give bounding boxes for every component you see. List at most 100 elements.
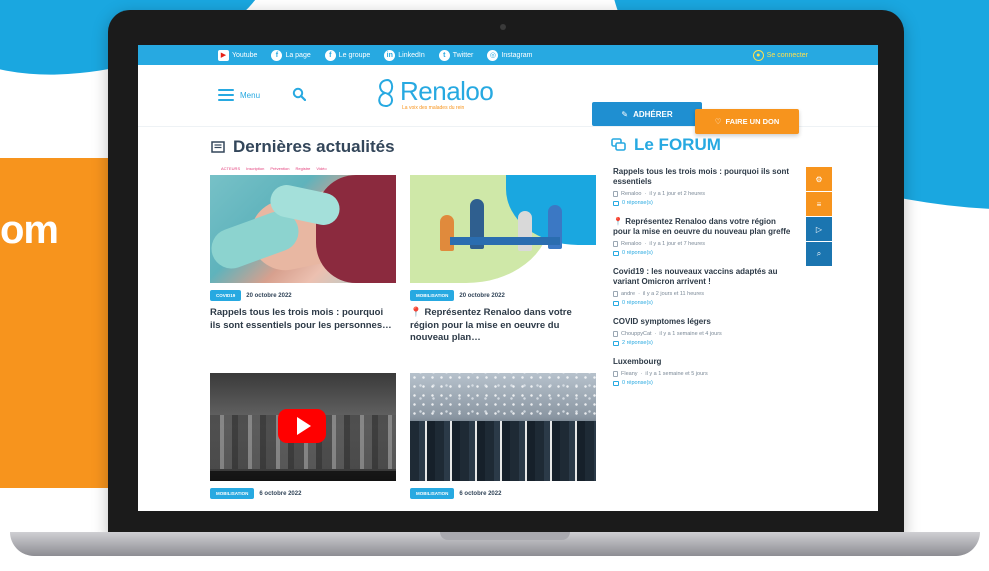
forum-time: il y a 1 semaine et 4 jours bbox=[659, 331, 722, 337]
side-widget-bar: ⚙ ≡ ▷ ⌕ bbox=[806, 167, 832, 267]
forum-replies[interactable]: 2 réponse(s) bbox=[613, 340, 795, 346]
video-widget-icon[interactable]: ▷ bbox=[806, 217, 832, 241]
forum-topic-title[interactable]: Covid19 : les nouveaux vaccins adaptés a… bbox=[613, 267, 795, 287]
forum-topic[interactable]: COVID symptomes légers ChouppyCat · il y… bbox=[613, 317, 795, 346]
news-date: 6 octobre 2022 bbox=[459, 490, 502, 497]
forum-author: Renaloo bbox=[621, 241, 642, 247]
forum-time: il y a 1 jour et 2 heures bbox=[649, 191, 705, 197]
forum-replies[interactable]: 0 réponse(s) bbox=[613, 300, 795, 306]
hamburger-icon bbox=[218, 89, 234, 101]
site-header: Menu Renaloo La voix des malades du rein… bbox=[138, 65, 878, 134]
background-partial-text: om bbox=[0, 208, 59, 252]
forum-replies-count: 0 réponse(s) bbox=[622, 380, 653, 386]
forum-topic-title[interactable]: COVID symptomes légers bbox=[613, 317, 795, 327]
category-badge[interactable]: MOBILISATION bbox=[410, 290, 455, 301]
forum-replies[interactable]: 0 réponse(s) bbox=[613, 200, 795, 206]
social-label: Instagram bbox=[501, 51, 533, 59]
social-link-linkedin[interactable]: in LinkedIn bbox=[384, 49, 425, 61]
news-title-text: Dernières actualités bbox=[233, 137, 395, 156]
news-card[interactable]: MOBILISATION 20 octobre 2022 📍 Représent… bbox=[410, 175, 596, 345]
forum-replies-count: 0 réponse(s) bbox=[622, 200, 653, 206]
forum-replies-count: 0 réponse(s) bbox=[622, 300, 653, 306]
pin-icon: 📍 bbox=[410, 307, 422, 318]
search-widget-icon[interactable]: ⌕ bbox=[806, 242, 832, 266]
comment-icon bbox=[613, 380, 619, 386]
forum-time: il y a 1 jour et 7 heures bbox=[649, 241, 705, 247]
forum-replies[interactable]: 0 réponse(s) bbox=[613, 250, 795, 256]
comment-icon bbox=[613, 340, 619, 346]
news-category[interactable]: Registre bbox=[295, 166, 310, 171]
social-label: La page bbox=[285, 51, 311, 59]
menu-button[interactable]: Menu bbox=[218, 89, 260, 101]
news-date: 20 octobre 2022 bbox=[459, 292, 505, 299]
news-card[interactable]: COVID19 20 octobre 2022 Rappels tous les… bbox=[210, 175, 396, 332]
social-link-facebook-group[interactable]: f Le groupe bbox=[324, 49, 370, 61]
category-badge[interactable]: MOBILISATION bbox=[210, 488, 255, 499]
list-widget-icon[interactable]: ≡ bbox=[806, 192, 832, 216]
forum-author: ChouppyCat bbox=[621, 331, 652, 337]
forum-topic-title[interactable]: Rappels tous les trois mois : pourquoi i… bbox=[613, 167, 795, 187]
forum-topic[interactable]: Luxembourg Fleany · il y a 1 semaine et … bbox=[613, 357, 795, 386]
user-icon bbox=[613, 291, 618, 297]
forum-topic-title[interactable]: 📍 Représentez Renaloo dans votre région … bbox=[613, 217, 795, 237]
settings-widget-icon[interactable]: ⚙ bbox=[806, 167, 832, 191]
vaccine-photo bbox=[210, 175, 396, 283]
news-category-filters: ACTEURS Inscription Prévention Registre … bbox=[221, 166, 327, 171]
comment-icon bbox=[613, 300, 619, 306]
forum-title-text: Le FORUM bbox=[634, 135, 721, 154]
social-link-youtube[interactable]: ▶ Youtube bbox=[218, 49, 257, 61]
play-icon[interactable] bbox=[278, 409, 326, 443]
forum-replies[interactable]: 0 réponse(s) bbox=[613, 380, 795, 386]
forum-topic-list: Rappels tous les trois mois : pourquoi i… bbox=[613, 167, 795, 397]
donate-label: FAIRE UN DON bbox=[725, 117, 780, 126]
forum-topic[interactable]: Rappels tous les trois mois : pourquoi i… bbox=[613, 167, 795, 206]
news-category[interactable]: ACTEURS bbox=[221, 166, 240, 171]
news-date: 20 octobre 2022 bbox=[246, 292, 292, 299]
news-category[interactable]: Prévention bbox=[270, 166, 289, 171]
forum-topic-meta: Renaloo · il y a 1 jour et 7 heures bbox=[613, 241, 795, 247]
heart-icon: ♡ bbox=[714, 117, 722, 126]
forum-topic-meta: ChouppyCat · il y a 1 semaine et 4 jours bbox=[613, 331, 795, 337]
meeting-illustration bbox=[410, 175, 596, 283]
logo-name: Renaloo bbox=[400, 76, 494, 106]
user-icon: ● bbox=[752, 49, 764, 61]
search-icon[interactable] bbox=[292, 87, 306, 101]
celebration-photo bbox=[410, 373, 596, 481]
laptop-base bbox=[10, 532, 980, 556]
forum-topic-meta: Renaloo · il y a 1 jour et 2 heures bbox=[613, 191, 795, 197]
adherer-button[interactable]: ✎ ADHÉRER bbox=[592, 102, 702, 126]
user-icon bbox=[613, 241, 618, 247]
category-badge[interactable]: COVID19 bbox=[210, 290, 242, 301]
social-link-twitter[interactable]: t Twitter bbox=[438, 49, 473, 61]
newspaper-icon bbox=[211, 141, 225, 153]
comment-icon bbox=[613, 200, 619, 206]
news-category[interactable]: Vidéo bbox=[316, 166, 326, 171]
video-thumbnail[interactable] bbox=[210, 373, 396, 481]
news-card-title[interactable]: 📍 Représentez Renaloo dans votre région … bbox=[410, 307, 596, 345]
news-card-title-text: Représentez Renaloo dans votre région po… bbox=[410, 307, 572, 343]
renaloo-logo-icon bbox=[378, 78, 394, 108]
menu-label: Menu bbox=[240, 90, 261, 100]
adherer-label: ADHÉRER bbox=[633, 109, 673, 119]
pen-icon: ✎ bbox=[621, 109, 629, 119]
linkedin-icon: in bbox=[384, 49, 396, 61]
news-card[interactable]: MOBILISATION 6 octobre 2022 bbox=[210, 373, 396, 499]
news-card-meta: MOBILISATION 6 octobre 2022 bbox=[410, 488, 596, 499]
donate-button[interactable]: ♡ FAIRE UN DON bbox=[695, 109, 799, 134]
news-card-title[interactable]: Rappels tous les trois mois : pourquoi i… bbox=[210, 307, 396, 332]
news-card[interactable]: MOBILISATION 6 octobre 2022 bbox=[410, 373, 596, 499]
forum-author: Renaloo bbox=[621, 191, 642, 197]
social-link-instagram[interactable]: ◎ Instagram bbox=[487, 49, 533, 61]
site-logo[interactable]: Renaloo La voix des malades du rein bbox=[374, 76, 494, 111]
forum-topic[interactable]: 📍 Représentez Renaloo dans votre région … bbox=[613, 217, 795, 256]
news-category[interactable]: Inscription bbox=[246, 166, 264, 171]
forum-topic-title[interactable]: Luxembourg bbox=[613, 357, 795, 367]
news-card-meta: COVID19 20 octobre 2022 bbox=[210, 290, 396, 301]
news-date: 6 octobre 2022 bbox=[259, 490, 302, 497]
forum-topic[interactable]: Covid19 : les nouveaux vaccins adaptés a… bbox=[613, 267, 795, 306]
forum-topic-title-text: Représentez Renaloo dans votre région po… bbox=[613, 217, 791, 236]
category-badge[interactable]: MOBILISATION bbox=[410, 488, 455, 499]
login-link[interactable]: ● Se connecter bbox=[752, 49, 808, 61]
forum-section-title: Le FORUM bbox=[611, 135, 721, 155]
social-link-facebook-page[interactable]: f La page bbox=[271, 49, 311, 61]
